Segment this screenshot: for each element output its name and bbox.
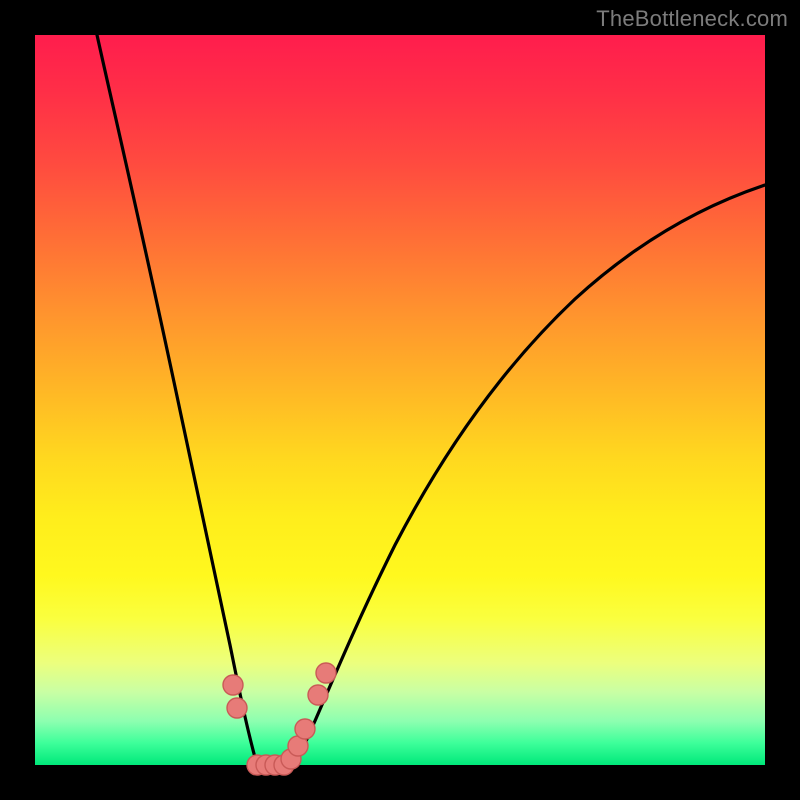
chart-plot-area xyxy=(35,35,765,765)
watermark-text: TheBottleneck.com xyxy=(596,6,788,32)
bottleneck-curve-right xyxy=(295,185,765,765)
chart-marker xyxy=(316,663,336,683)
chart-frame: TheBottleneck.com xyxy=(0,0,800,800)
chart-svg xyxy=(35,35,765,765)
chart-marker xyxy=(308,685,328,705)
marker-group xyxy=(223,663,336,775)
chart-marker xyxy=(227,698,247,718)
chart-marker xyxy=(223,675,243,695)
curve-group xyxy=(97,35,765,765)
bottleneck-curve-left xyxy=(97,35,257,765)
chart-marker xyxy=(295,719,315,739)
